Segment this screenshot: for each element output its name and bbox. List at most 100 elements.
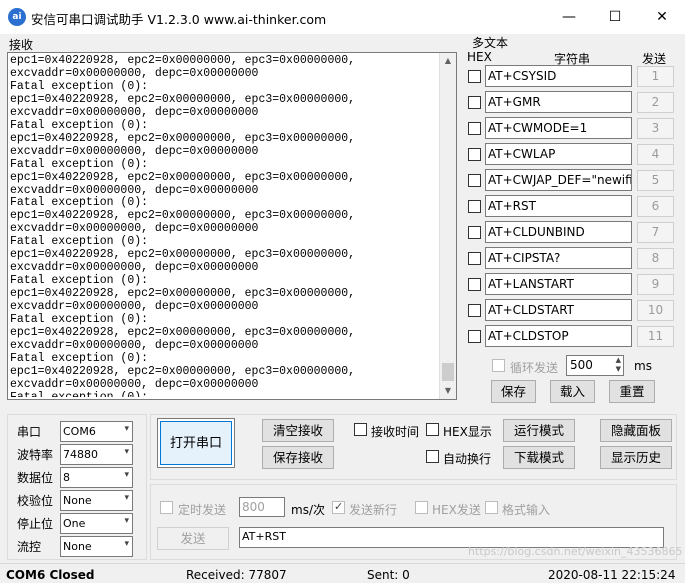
title-bar: ai 安信可串口调试助手 V1.2.3.0 www.ai-thinker.com… [0, 0, 685, 34]
chevron-down-icon: ▾ [124, 424, 129, 434]
multitext-command-input[interactable]: AT+CLDSTOP [485, 325, 632, 347]
multitext-command-input[interactable]: AT+CSYSID [485, 65, 632, 87]
parity-label: 校验位 [17, 494, 54, 508]
receive-time-label: 接收时间 [371, 425, 420, 439]
scroll-down-icon[interactable]: ▼ [440, 383, 456, 399]
show-history-button[interactable]: 显示历史 [600, 446, 672, 469]
receive-line: Fatal exception (0): [10, 391, 438, 397]
multitext-send-button[interactable]: 7 [637, 222, 674, 243]
multitext-hex-checkbox[interactable] [468, 148, 481, 161]
timed-send-checkbox[interactable] [160, 501, 173, 514]
multitext-send-button[interactable]: 3 [637, 118, 674, 139]
port-status: COM6 Closed [6, 568, 95, 582]
receive-line: excvaddr=0x00000000, depc=0x00000000 [10, 338, 259, 352]
reset-multitext-button[interactable]: 重置 [609, 380, 655, 403]
receive-line: epc1=0x40220928, epc2=0x00000000, epc3=0… [10, 170, 356, 184]
format-input-checkbox[interactable] [485, 501, 498, 514]
multitext-hex-checkbox[interactable] [468, 304, 481, 317]
datetime: 2020-08-11 22:15:24 [548, 568, 676, 582]
spin-arrows-icon[interactable]: ▲ ▼ [616, 356, 621, 374]
multitext-send-button[interactable]: 8 [637, 248, 674, 269]
multitext-command-input[interactable]: AT+CLDSTART [485, 299, 632, 321]
multitext-command-input[interactable]: AT+GMR [485, 91, 632, 113]
save-receive-button[interactable]: 保存接收 [262, 446, 334, 469]
close-button[interactable]: ✕ [639, 0, 685, 34]
multitext-command-input[interactable]: AT+LANSTART [485, 273, 632, 295]
port-label: 串口 [17, 425, 42, 439]
databits-select[interactable]: 8 ▾ [60, 467, 133, 488]
multitext-hex-checkbox[interactable] [468, 330, 481, 343]
maximize-button[interactable]: ☐ [592, 0, 638, 34]
multitext-hex-checkbox[interactable] [468, 226, 481, 239]
multitext-hex-checkbox[interactable] [468, 122, 481, 135]
flow-label: 流控 [17, 540, 42, 554]
multitext-send-button[interactable]: 11 [637, 326, 674, 347]
receive-line: Fatal exception (0): [10, 118, 149, 132]
multitext-command-input[interactable]: AT+CWJAP_DEF="newifi_ [485, 169, 632, 191]
sent-count: Sent: 0 [367, 568, 410, 582]
multitext-group-label: 多文本 [472, 36, 509, 50]
chevron-down-icon: ▾ [124, 470, 129, 480]
loop-send-checkbox[interactable] [492, 359, 505, 372]
stopbits-select[interactable]: One ▾ [60, 513, 133, 534]
multitext-send-button[interactable]: 1 [637, 66, 674, 87]
hex-display-label: HEX显示 [443, 425, 492, 439]
multitext-hex-checkbox[interactable] [468, 96, 481, 109]
baud-select[interactable]: 74880 ▾ [60, 444, 133, 465]
receive-scrollbar[interactable]: ▲ ▼ [439, 53, 456, 399]
multitext-hex-checkbox[interactable] [468, 200, 481, 213]
chevron-down-icon: ▾ [124, 516, 129, 526]
run-mode-button[interactable]: 运行模式 [503, 419, 575, 442]
multitext-command-input[interactable]: AT+CLDUNBIND [485, 221, 632, 243]
multitext-hex-checkbox[interactable] [468, 278, 481, 291]
flow-select[interactable]: None ▾ [60, 536, 133, 557]
flow-value: None [63, 540, 92, 553]
multitext-command-input[interactable]: AT+RST [485, 195, 632, 217]
multitext-send-button[interactable]: 9 [637, 274, 674, 295]
loop-interval-input[interactable]: 500 ▲ ▼ [566, 355, 624, 376]
open-port-button[interactable]: 打开串口 [157, 418, 235, 468]
receive-textarea[interactable]: epc1=0x40220928, epc2=0x00000000, epc3=0… [7, 52, 457, 400]
auto-wrap-checkbox[interactable] [426, 450, 439, 463]
auto-wrap-label: 自动换行 [443, 452, 492, 466]
multitext-hex-checkbox[interactable] [468, 174, 481, 187]
chevron-down-icon: ▾ [124, 539, 129, 549]
port-select[interactable]: COM6 ▾ [60, 421, 133, 442]
watermark-text: https://blog.csdn.net/weixin_43536865 [468, 545, 683, 558]
send-newline-checkbox[interactable] [332, 500, 345, 514]
download-mode-button[interactable]: 下载模式 [503, 446, 575, 469]
multitext-command-input[interactable]: AT+CWMODE=1 [485, 117, 632, 139]
scroll-up-icon[interactable]: ▲ [440, 53, 456, 69]
load-multitext-button[interactable]: 载入 [550, 380, 595, 403]
multitext-command-input[interactable]: AT+CIPSTA? [485, 247, 632, 269]
receive-line: Fatal exception (0): [10, 157, 149, 171]
multitext-send-button[interactable]: 5 [637, 170, 674, 191]
parity-value: None [63, 494, 92, 507]
multitext-command-input[interactable]: AT+CWLAP [485, 143, 632, 165]
receive-line: Fatal exception (0): [10, 351, 149, 365]
multitext-hex-checkbox[interactable] [468, 70, 481, 83]
multitext-hex-checkbox[interactable] [468, 252, 481, 265]
receive-line: epc1=0x40220928, epc2=0x00000000, epc3=0… [10, 55, 356, 67]
minimize-button[interactable]: — [546, 0, 592, 34]
scroll-thumb[interactable] [442, 363, 454, 381]
timed-interval-input[interactable]: 800 [239, 497, 285, 517]
multitext-send-button[interactable]: 4 [637, 144, 674, 165]
hide-panel-button[interactable]: 隐藏面板 [600, 419, 672, 442]
chevron-down-icon: ▾ [124, 447, 129, 457]
databits-value: 8 [63, 471, 70, 484]
status-bar: COM6 Closed Received: 77807 Sent: 0 2020… [0, 563, 685, 583]
save-multitext-button[interactable]: 保存 [491, 380, 536, 403]
multitext-send-button[interactable]: 6 [637, 196, 674, 217]
hex-column-header: HEX [467, 50, 492, 64]
clear-receive-button[interactable]: 清空接收 [262, 419, 334, 442]
send-column-header: 发送 [642, 52, 667, 66]
multitext-send-button[interactable]: 10 [637, 300, 674, 321]
chevron-down-icon: ▾ [124, 493, 129, 503]
hex-display-checkbox[interactable] [426, 423, 439, 436]
hex-send-checkbox[interactable] [415, 501, 428, 514]
send-button[interactable]: 发送 [157, 527, 229, 550]
parity-select[interactable]: None ▾ [60, 490, 133, 511]
receive-time-checkbox[interactable] [354, 423, 367, 436]
multitext-send-button[interactable]: 2 [637, 92, 674, 113]
